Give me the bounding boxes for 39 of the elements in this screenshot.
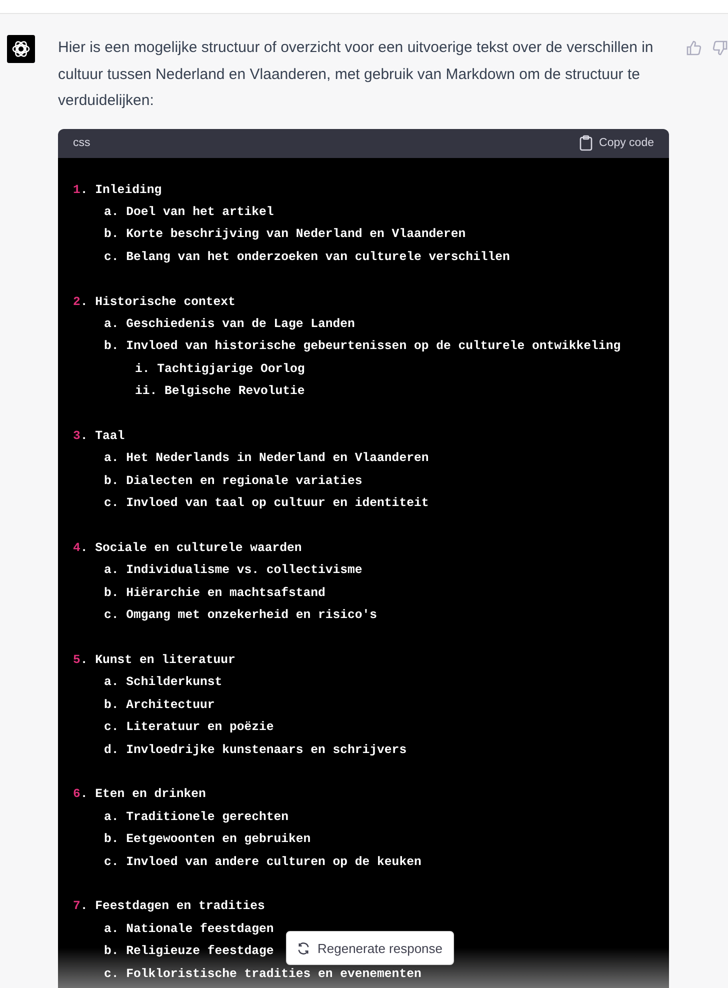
copy-code-button[interactable]: Copy code [579, 135, 654, 151]
message-text: Hier is een mogelijke structuur of overzicht voor een uitvoerige tekst over de verschillen in cultuur tussen Nederland en Vlaanderen, met gebruik van Markdown om de structuur te verduidelijken: [58, 38, 654, 111]
assistant-logo-icon [7, 35, 35, 63]
code-line: c. Invloed van taal op cultuur en identiteit [103, 495, 429, 512]
code-line: a. Het Nederlands in Nederland en Vlaanderen [103, 450, 429, 468]
code-line: 5. Kunst en literatuur [73, 652, 236, 669]
code-line: 4. Sociale en culturele waarden [73, 540, 302, 557]
clipboard-icon [579, 135, 594, 151]
code-line: c. Invloed van andere culturen op de keuken [103, 854, 422, 871]
code-line: c. Omgang met onzekerheid en risico's [103, 607, 378, 624]
code-line: a. Individualisme vs. collectivisme [103, 562, 362, 580]
code-line: b. Eetgewoonten en gebruiken [103, 831, 311, 848]
code-line: b. Korte beschrijving van Nederland en Vlaanderen [103, 226, 466, 244]
code-line: a. Schilderkunst [103, 674, 222, 692]
thumbs-up-icon[interactable] [686, 40, 702, 56]
code-line: b. Architectuur [103, 696, 215, 714]
code-line: d. Invloedrijke kunstenaars en schrijvers [103, 742, 407, 759]
code-line: b. Invloed van historische gebeurtenissen op de culturele ontwikkeling [103, 338, 621, 356]
code-line: 6. Eten en drinken [73, 786, 206, 804]
code-line: 3. Taal [73, 428, 125, 445]
code-line: a. Nationale feestdagen [103, 920, 274, 938]
code-line: i. Tachtigjarige Oorlog [134, 360, 305, 378]
thumbs-down-icon[interactable] [712, 40, 728, 56]
code-line: c. Folkloristische tradities en evenementen [103, 966, 422, 983]
code-line: b. Hiërarchie en machtsafstand [103, 584, 326, 602]
code-line: 7. Feestdagen en tradities [73, 898, 265, 916]
code-line: a. Traditionele gerechten [103, 808, 289, 826]
code-line: 1. Inleiding [73, 182, 162, 198]
refresh-icon [297, 942, 310, 954]
code-line: 2. Historische context [73, 294, 236, 311]
code-language: css [73, 137, 90, 149]
code-line: b. Religieuze feestdage [103, 943, 274, 960]
code-line: b. Dialecten en regionale variaties [103, 472, 362, 490]
code-line: c. Belang van het onderzoeken van culturele verschillen [103, 248, 510, 266]
regenerate-response-button[interactable]: Regenerate response [286, 931, 454, 965]
code-line: ii. Belgische Revolutie [134, 383, 305, 400]
code-line: a. Geschiedenis van de Lage Landen [103, 316, 355, 333]
code-line: c. Literatuur en poëzie [103, 719, 274, 736]
code-line: a. Doel van het artikel [103, 204, 274, 221]
